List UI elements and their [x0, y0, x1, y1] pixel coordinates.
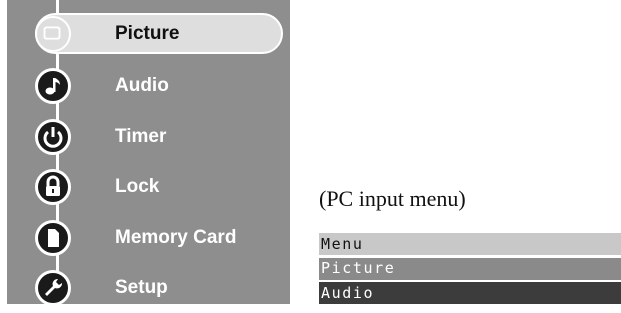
picture-icon — [35, 16, 71, 52]
music-note-icon — [35, 68, 71, 104]
pc-menu-title: Menu — [319, 233, 621, 255]
tv-main-menu: Picture Audio Timer Lock Memory Card Set… — [7, 0, 290, 306]
menu-item-lock[interactable]: Lock — [7, 161, 290, 212]
menu-item-picture[interactable]: Picture — [7, 8, 290, 59]
menu-item-label: Lock — [115, 176, 160, 197]
menu-item-label: Picture — [115, 23, 180, 44]
power-icon — [35, 119, 71, 155]
menu-item-audio[interactable]: Audio — [7, 60, 290, 111]
wrench-icon — [35, 270, 71, 306]
menu-item-setup[interactable]: Setup — [7, 262, 290, 313]
memory-card-icon — [35, 220, 71, 256]
menu-item-memory-card[interactable]: Memory Card — [7, 212, 290, 263]
pc-input-menu: Menu Picture Audio — [319, 231, 621, 306]
pc-menu-caption: (PC input menu) — [319, 186, 466, 211]
menu-item-label: Timer — [115, 126, 167, 147]
menu-item-timer[interactable]: Timer — [7, 111, 290, 162]
padlock-icon — [35, 169, 71, 205]
pc-menu-item-audio[interactable]: Audio — [319, 282, 621, 304]
menu-item-label: Audio — [115, 75, 169, 96]
menu-item-label: Memory Card — [115, 227, 237, 248]
pc-menu-item-picture[interactable]: Picture — [319, 256, 621, 280]
menu-item-label: Setup — [115, 277, 168, 298]
